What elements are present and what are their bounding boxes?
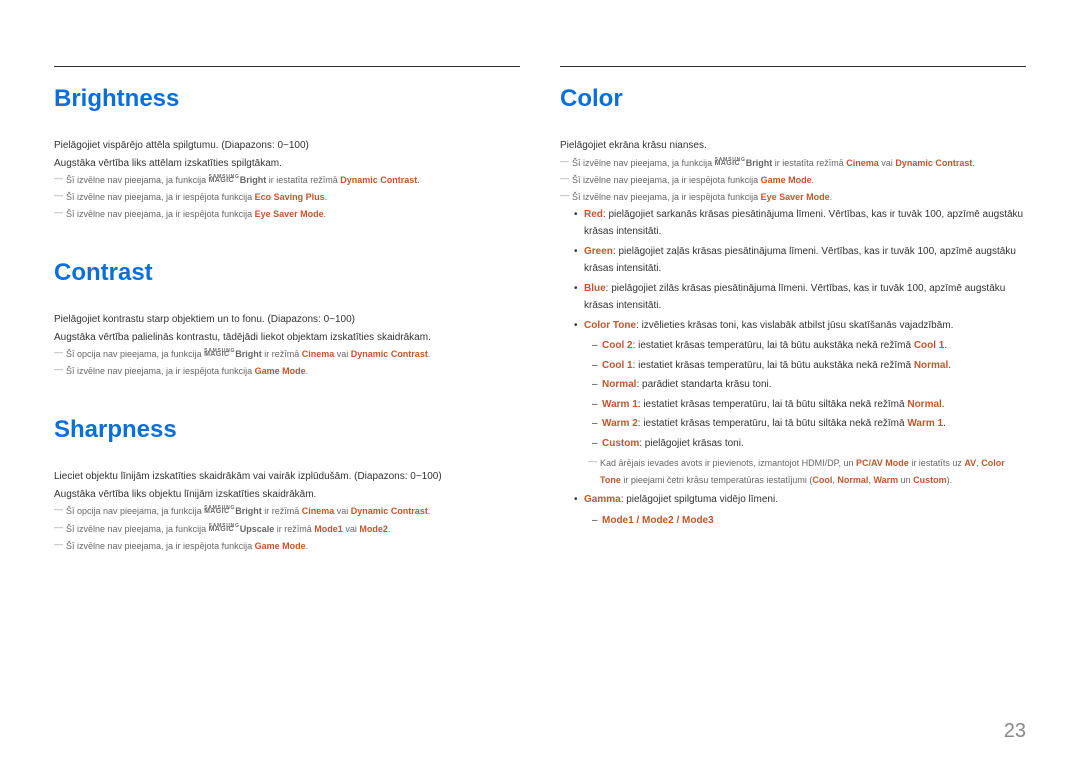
list-item: Normal: parādiet standarta krāsu toni. bbox=[592, 376, 1026, 394]
list-item: Gamma: pielāgojiet spilgtuma vidējo līme… bbox=[574, 491, 1026, 529]
left-column: Brightness Pielāgojiet vispārējo attēla … bbox=[54, 66, 520, 591]
right-column: Color Pielāgojiet ekrāna krāsu nianses. … bbox=[560, 66, 1026, 591]
section-sharpness: Sharpness Lieciet objektu līnijām izskat… bbox=[54, 416, 520, 554]
note: Šī izvēlne nav pieejama, ja ir iespējota… bbox=[560, 189, 1026, 206]
text: Augstāka vērtība palielinās kontrastu, t… bbox=[54, 329, 520, 347]
heading-sharpness: Sharpness bbox=[54, 416, 520, 444]
section-color: Color Pielāgojiet ekrāna krāsu nianses. … bbox=[560, 85, 1026, 529]
text: Pielāgojiet ekrāna krāsu nianses. bbox=[560, 137, 1026, 155]
list-item: Cool 1: iestatiet krāsas temperatūru, la… bbox=[592, 357, 1026, 375]
note: Šī izvēlne nav pieejama, ja ir iespējota… bbox=[54, 206, 520, 223]
text: Pielāgojiet kontrastu starp objektiem un… bbox=[54, 311, 520, 329]
list-item: Blue: pielāgojiet zilās krāsas piesātinā… bbox=[574, 280, 1026, 315]
list-item: Red: pielāgojiet sarkanās krāsas piesāti… bbox=[574, 206, 1026, 241]
note: Šī opcija nav pieejama, ja funkcija SAMS… bbox=[54, 503, 520, 520]
text: Augstāka vērtība liks attēlam izskatītie… bbox=[54, 155, 520, 173]
list-item: Warm 1: iestatiet krāsas temperatūru, la… bbox=[592, 396, 1026, 414]
section-contrast: Contrast Pielāgojiet kontrastu starp obj… bbox=[54, 259, 520, 380]
heading-brightness: Brightness bbox=[54, 85, 520, 113]
note: Šī izvēlne nav pieejama, ja funkcija SAM… bbox=[54, 172, 520, 189]
list-item: Color Tone: izvēlieties krāsas toni, kas… bbox=[574, 317, 1026, 490]
text: Pielāgojiet vispārējo attēla spilgtumu. … bbox=[54, 137, 520, 155]
text: Augstāka vērtība liks objektu līnijām iz… bbox=[54, 486, 520, 504]
list-item: Custom: pielāgojiet krāsas toni. bbox=[592, 435, 1026, 453]
page-number: 23 bbox=[1004, 720, 1026, 743]
list-item: Green: pielāgojiet zaļās krāsas piesātin… bbox=[574, 243, 1026, 278]
color-list: Red: pielāgojiet sarkanās krāsas piesāti… bbox=[560, 206, 1026, 530]
heading-color: Color bbox=[560, 85, 1026, 113]
note: Šī izvēlne nav pieejama, ja ir iespējota… bbox=[54, 189, 520, 206]
text: Lieciet objektu līnijām izskatīties skai… bbox=[54, 468, 520, 486]
note: Šī izvēlne nav pieejama, ja funkcija SAM… bbox=[54, 521, 520, 538]
note: Šī izvēlne nav pieejama, ja ir iespējota… bbox=[54, 538, 520, 555]
section-brightness: Brightness Pielāgojiet vispārējo attēla … bbox=[54, 85, 520, 223]
note: Šī opcija nav pieejama, ja funkcija SAMS… bbox=[54, 346, 520, 363]
list-item: Cool 2: iestatiet krāsas temperatūru, la… bbox=[592, 337, 1026, 355]
list-item: Warm 2: iestatiet krāsas temperatūru, la… bbox=[592, 415, 1026, 433]
note: Kad ārējais ievades avots ir pievienots,… bbox=[588, 455, 1026, 489]
note: Šī izvēlne nav pieejama, ja ir iespējota… bbox=[560, 172, 1026, 189]
list-item: Mode1 / Mode2 / Mode3 bbox=[592, 512, 1026, 530]
note: Šī izvēlne nav pieejama, ja funkcija SAM… bbox=[560, 155, 1026, 172]
note: Šī izvēlne nav pieejama, ja ir iespējota… bbox=[54, 363, 520, 380]
heading-contrast: Contrast bbox=[54, 259, 520, 287]
